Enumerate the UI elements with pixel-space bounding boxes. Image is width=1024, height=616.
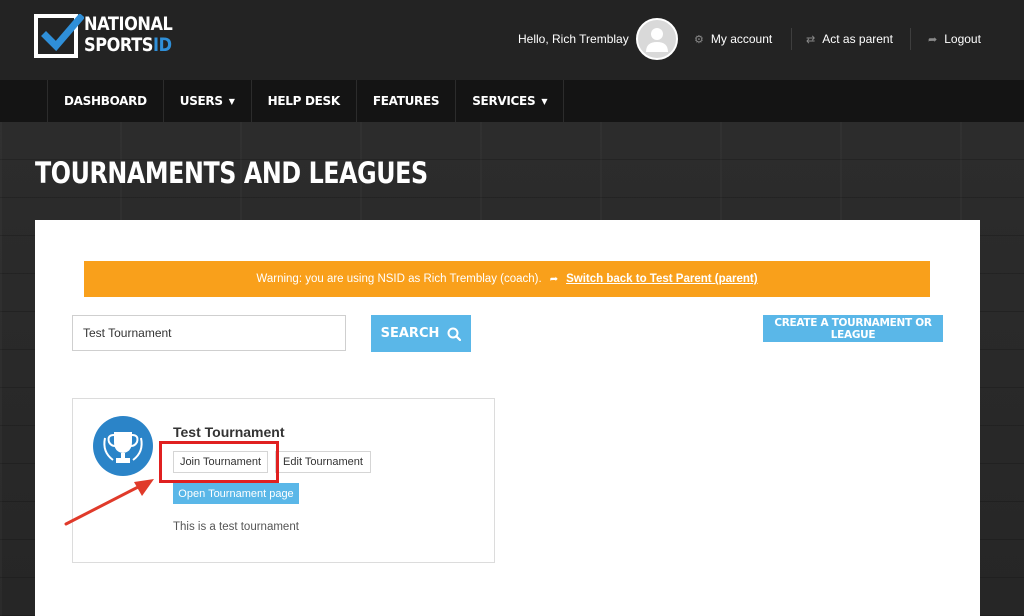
top-header: NATIONAL SPORTSID Hello, Rich Tremblay ⚙… xyxy=(0,0,1024,80)
annotation-arrow-icon xyxy=(64,479,154,526)
chevron-down-icon: ▼ xyxy=(541,96,548,106)
switch-icon: ➦ xyxy=(549,273,559,285)
nav-label: FEATURES xyxy=(372,94,440,108)
nav-item-features[interactable]: FEATURES xyxy=(357,80,457,122)
swap-icon: ⇄ xyxy=(806,33,816,46)
edit-tournament-button[interactable]: Edit Tournament xyxy=(275,451,371,473)
search-input[interactable] xyxy=(72,315,346,351)
main-nav: DASHBOARD USERS ▼ HELP DESK FEATURES SER… xyxy=(0,80,1024,122)
logo[interactable]: NATIONAL SPORTSID xyxy=(34,14,186,62)
nav-item-services[interactable]: SERVICES ▼ xyxy=(456,80,565,122)
nav-label: USERS xyxy=(179,94,223,108)
nav-item-dashboard[interactable]: DASHBOARD xyxy=(48,80,164,122)
page-title: TOURNAMENTS AND LEAGUES xyxy=(35,156,428,190)
search-icon xyxy=(447,327,462,341)
greeting: Hello, Rich Tremblay xyxy=(518,32,629,46)
open-tournament-page-button[interactable]: Open Tournament page xyxy=(173,483,299,504)
warning-text: Warning: you are using NSID as Rich Trem… xyxy=(256,273,542,285)
nav-label: HELP DESK xyxy=(267,94,341,108)
logout-icon: ➦ xyxy=(928,33,938,46)
divider xyxy=(791,28,792,50)
user-silhouette-icon xyxy=(646,28,668,52)
impersonation-warning: Warning: you are using NSID as Rich Trem… xyxy=(84,261,930,297)
search-button-label: SEARCH xyxy=(380,326,440,341)
my-account-label: My account xyxy=(710,32,773,46)
trophy-icon xyxy=(93,416,153,476)
chevron-down-icon: ▼ xyxy=(228,96,235,106)
logout-label: Logout xyxy=(944,32,981,46)
create-tournament-button[interactable]: CREATE A TOURNAMENT OR LEAGUE xyxy=(763,315,943,342)
logo-text: NATIONAL SPORTSID xyxy=(84,13,173,56)
my-account-link[interactable]: ⚙ My account xyxy=(694,32,772,46)
content-card: Warning: you are using NSID as Rich Trem… xyxy=(35,220,980,616)
nav-item-help-desk[interactable]: HELP DESK xyxy=(252,80,357,122)
logo-check-icon xyxy=(34,14,84,58)
nav-label: DASHBOARD xyxy=(64,94,147,108)
tournament-name: Test Tournament xyxy=(173,424,285,440)
avatar[interactable] xyxy=(636,18,678,60)
logout-link[interactable]: ➦ Logout xyxy=(928,32,981,46)
nav-item-users[interactable]: USERS ▼ xyxy=(164,80,252,122)
gear-icon: ⚙ xyxy=(694,33,704,46)
switch-back-link[interactable]: Switch back to Test Parent (parent) xyxy=(566,273,758,285)
act-as-parent-link[interactable]: ⇄ Act as parent xyxy=(806,32,893,46)
annotation-highlight-box xyxy=(159,441,279,483)
divider xyxy=(910,28,911,50)
act-as-parent-label: Act as parent xyxy=(822,32,893,46)
search-button[interactable]: SEARCH xyxy=(371,315,471,352)
nav-label: SERVICES xyxy=(472,94,536,108)
tournament-description: This is a test tournament xyxy=(173,521,299,533)
